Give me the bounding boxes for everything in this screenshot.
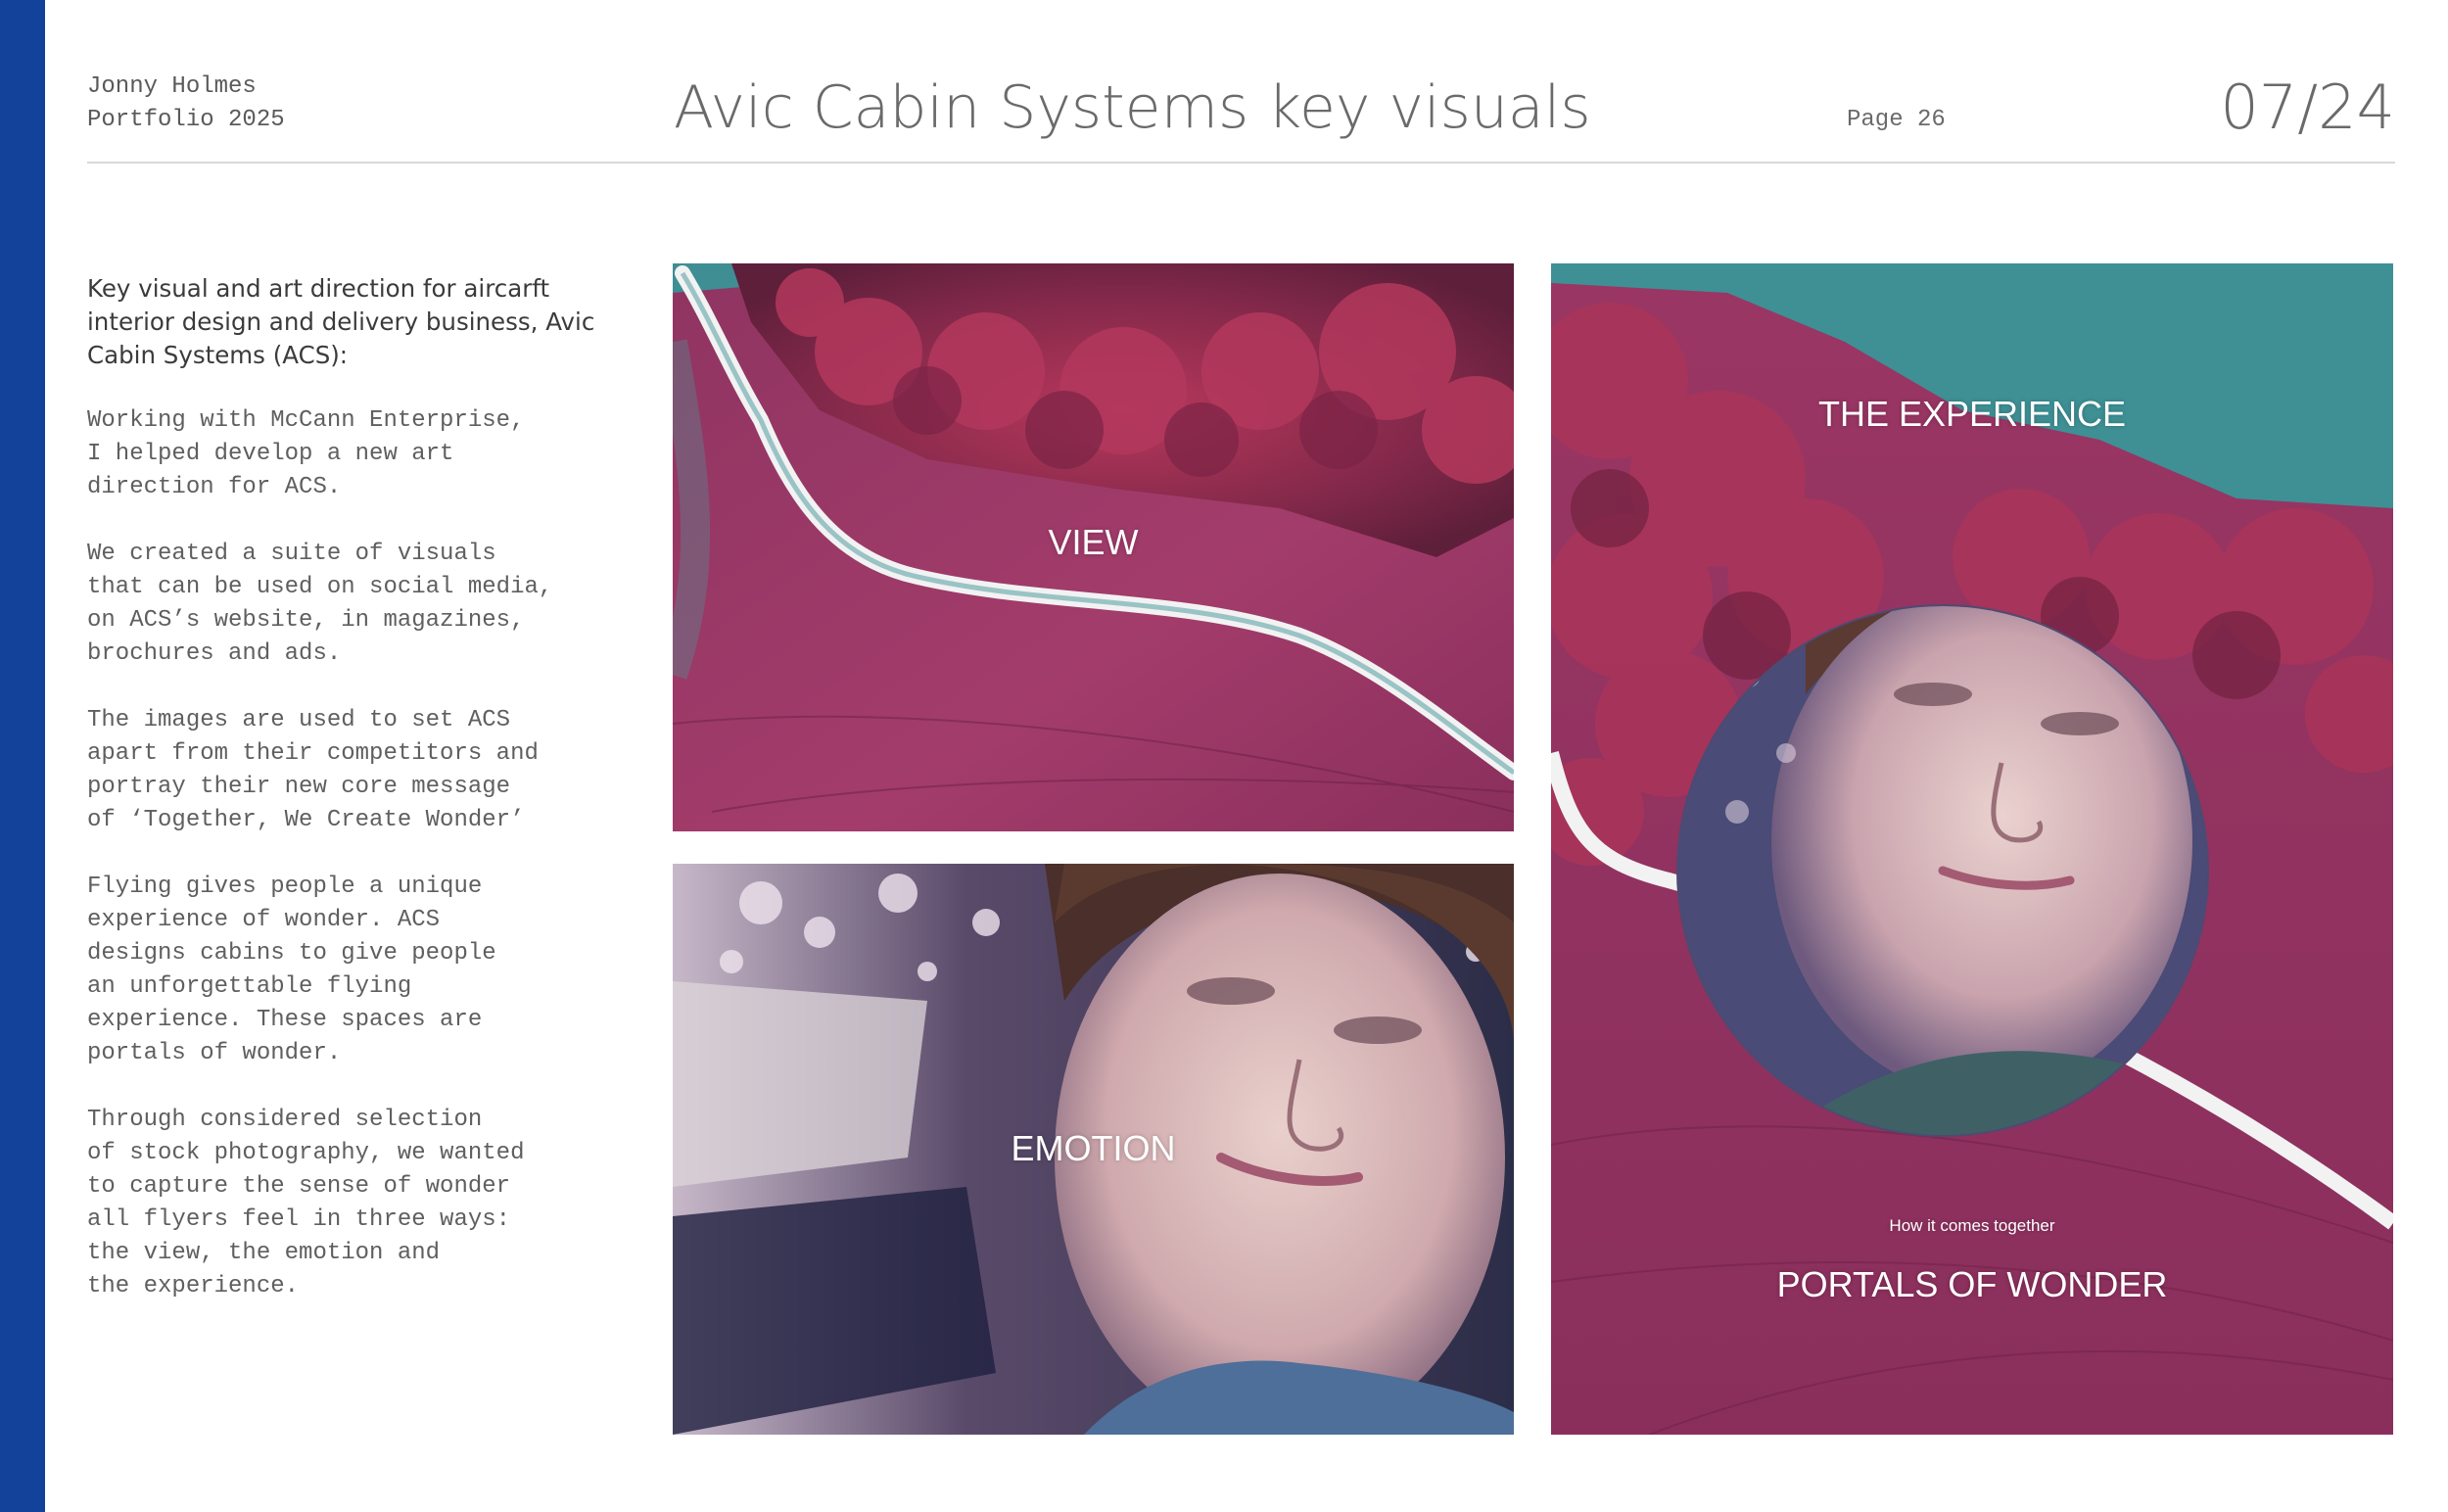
emotion-photo: EMOTION xyxy=(673,864,1514,1435)
page-title: Avic Cabin Systems key visuals xyxy=(674,73,1591,142)
paragraph-mccann: Working with McCann Enterprise, I helped… xyxy=(87,407,525,500)
paragraph-selection: Through considered selection of stock ph… xyxy=(87,1107,525,1299)
experience-photo: THE EXPERIENCE How it comes together POR… xyxy=(1551,263,2393,1435)
emotion-label: EMOTION xyxy=(1011,1128,1176,1168)
portals-label: PORTALS OF WONDER xyxy=(1776,1264,2168,1304)
page-counter: 07/24 xyxy=(2220,71,2395,143)
author-name: Jonny Holmes xyxy=(87,73,257,100)
author-subtitle: Portfolio 2025 xyxy=(87,107,285,133)
view-label: VIEW xyxy=(1048,522,1139,562)
accent-side-bar xyxy=(0,0,45,1512)
paragraph-images: The images are used to set ACS apart fro… xyxy=(87,707,539,833)
view-photo: VIEW xyxy=(673,263,1514,831)
intro-text: Key visual and art direction for aircarf… xyxy=(87,274,595,369)
page-number: Page 26 xyxy=(1847,107,1946,133)
tagline-text: How it comes together xyxy=(1889,1216,2055,1235)
experience-label: THE EXPERIENCE xyxy=(1817,394,2127,434)
paragraph-suite: We created a suite of visuals that can b… xyxy=(87,541,553,667)
author-block: Jonny Holmes Portfolio 2025 xyxy=(87,71,285,137)
header-divider xyxy=(87,162,2395,164)
paragraph-flying: Flying gives people a unique experience … xyxy=(87,874,496,1066)
